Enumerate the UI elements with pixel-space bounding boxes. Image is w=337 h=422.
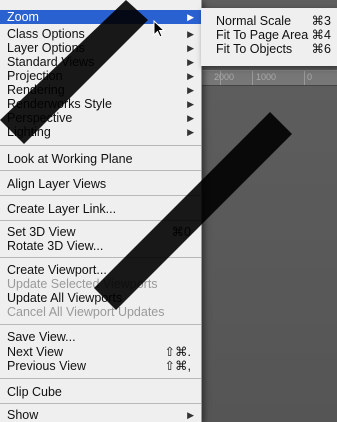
shortcut-label: ⌘3 bbox=[311, 14, 331, 28]
submenu-arrow-icon: ▶ bbox=[187, 99, 194, 109]
menu-item-align-layer-views[interactable]: Align Layer Views bbox=[0, 177, 201, 191]
submenu-item-fit-to-objects[interactable]: Fit To Objects ⌘6 bbox=[201, 42, 337, 56]
menu-item-label: Previous View bbox=[7, 359, 86, 373]
menu-item-label: Create Layer Link... bbox=[7, 202, 117, 216]
submenu-arrow-icon: ▶ bbox=[187, 410, 194, 420]
menu-item-update-all-viewports[interactable]: Update All Viewports bbox=[0, 291, 201, 305]
menu-item-show[interactable]: Show ▶ bbox=[0, 408, 201, 422]
menu-item-label: Standard Views bbox=[7, 55, 95, 69]
submenu-arrow-icon: ▶ bbox=[187, 127, 194, 137]
submenu-arrow-icon: ▶ bbox=[187, 12, 194, 22]
menu-item-label: Clip Cube bbox=[7, 385, 62, 399]
submenu-arrow-icon: ▶ bbox=[187, 29, 194, 39]
menu-item-label: Save View... bbox=[7, 330, 76, 344]
menu-item-label: Rotate 3D View... bbox=[7, 239, 104, 253]
menu-item-save-view[interactable]: Save View... bbox=[0, 330, 201, 344]
menu-item-label: Rendering bbox=[7, 83, 65, 97]
submenu-arrow-icon: ▶ bbox=[187, 113, 194, 123]
zoom-submenu: Normal Scale ⌘3 Fit To Page Area ⌘4 Fit To… bbox=[201, 8, 337, 66]
submenu-arrow-icon: ▶ bbox=[187, 85, 194, 95]
ruler-label: 2000 bbox=[214, 72, 235, 82]
submenu-item-label: Fit To Objects bbox=[216, 42, 293, 56]
menu-separator bbox=[0, 170, 201, 171]
menu-separator bbox=[0, 378, 201, 379]
ruler-label: 0 bbox=[307, 72, 313, 82]
submenu-item-label: Fit To Page Area bbox=[216, 28, 309, 42]
menu-separator bbox=[0, 257, 201, 258]
submenu-item-normal-scale[interactable]: Normal Scale ⌘3 bbox=[201, 14, 337, 28]
menu-item-lighting[interactable]: Lighting ▶ bbox=[0, 125, 201, 139]
menu-item-previous-view[interactable]: Previous View ⇧⌘, bbox=[0, 359, 201, 373]
menu-item-rotate-3d-view[interactable]: Rotate 3D View... bbox=[0, 239, 201, 253]
submenu-arrow-icon: ▶ bbox=[187, 71, 194, 81]
menu-item-standard-views[interactable]: Standard Views ▶ bbox=[0, 55, 201, 69]
menu-item-set-3d-view[interactable]: Set 3D View ⌘0 bbox=[0, 225, 201, 239]
menu-item-label: Renderworks Style bbox=[7, 97, 112, 111]
shortcut-label: ⇧⌘, bbox=[164, 359, 191, 373]
submenu-item-fit-to-page-area[interactable]: Fit To Page Area ⌘4 bbox=[201, 28, 337, 42]
submenu-item-label: Normal Scale bbox=[216, 14, 292, 28]
submenu-arrow-icon: ▶ bbox=[187, 57, 194, 67]
menu-item-label: Align Layer Views bbox=[7, 177, 107, 191]
menu-item-label: Lighting bbox=[7, 125, 51, 139]
shortcut-label: ⇧⌘. bbox=[164, 345, 191, 359]
menu-item-label: Next View bbox=[7, 345, 64, 359]
menu-item-next-view[interactable]: Next View ⇧⌘. bbox=[0, 345, 201, 359]
menu-item-label: Zoom bbox=[7, 10, 39, 24]
shortcut-label: ⌘0 bbox=[171, 225, 191, 239]
menu-item-label: Set 3D View bbox=[7, 225, 76, 239]
menu-item-label: Update All Viewports bbox=[7, 291, 123, 305]
menu-item-projection[interactable]: Projection ▶ bbox=[0, 69, 201, 83]
menu-item-label: Update Selected Viewports bbox=[7, 277, 158, 291]
menu-item-layer-options[interactable]: Layer Options ▶ bbox=[0, 41, 201, 55]
menu-item-update-selected-viewports: Update Selected Viewports bbox=[0, 277, 201, 291]
menu-item-renderworks-style[interactable]: Renderworks Style ▶ bbox=[0, 97, 201, 111]
menu-item-perspective[interactable]: Perspective ▶ bbox=[0, 111, 201, 125]
shortcut-label: ⌘6 bbox=[311, 42, 331, 56]
menu-item-create-viewport[interactable]: Create Viewport... bbox=[0, 263, 201, 277]
ruler-label: 1000 bbox=[256, 72, 277, 82]
menu-separator bbox=[0, 403, 201, 404]
menu-item-zoom[interactable]: Zoom ▶ bbox=[0, 10, 201, 24]
menu-separator bbox=[0, 195, 201, 196]
menu-item-label: Projection bbox=[7, 69, 63, 83]
menu-item-label: Show bbox=[7, 408, 39, 422]
menu-item-label: Create Viewport... bbox=[7, 263, 107, 277]
menu-item-clip-cube[interactable]: Clip Cube bbox=[0, 385, 201, 399]
menu-item-cancel-all-viewport-updates: Cancel All Viewport Updates bbox=[0, 305, 201, 319]
menu-item-create-layer-link[interactable]: Create Layer Link... bbox=[0, 202, 201, 216]
horizontal-ruler: 2000 1000 0 bbox=[200, 70, 337, 86]
menu-item-look-at-working-plane[interactable]: Look at Working Plane bbox=[0, 152, 201, 166]
menu-item-rendering[interactable]: Rendering ▶ bbox=[0, 83, 201, 97]
menu-separator bbox=[0, 324, 201, 325]
menu-separator bbox=[0, 220, 201, 221]
menu-item-label: Look at Working Plane bbox=[7, 152, 133, 166]
submenu-arrow-icon: ▶ bbox=[187, 43, 194, 53]
menu-separator bbox=[0, 145, 201, 146]
menu-item-class-options[interactable]: Class Options ▶ bbox=[0, 27, 201, 41]
menu-item-label: Cancel All Viewport Updates bbox=[7, 305, 165, 319]
menu-item-label: Class Options bbox=[7, 27, 85, 41]
mouse-pointer-icon bbox=[153, 20, 166, 38]
shortcut-label: ⌘4 bbox=[311, 28, 331, 42]
view-menu: Zoom ▶ Class Options ▶ Layer Options ▶ Stan… bbox=[0, 0, 202, 422]
menu-item-label: Layer Options bbox=[7, 41, 85, 55]
menu-item-label: Perspective bbox=[7, 111, 73, 125]
